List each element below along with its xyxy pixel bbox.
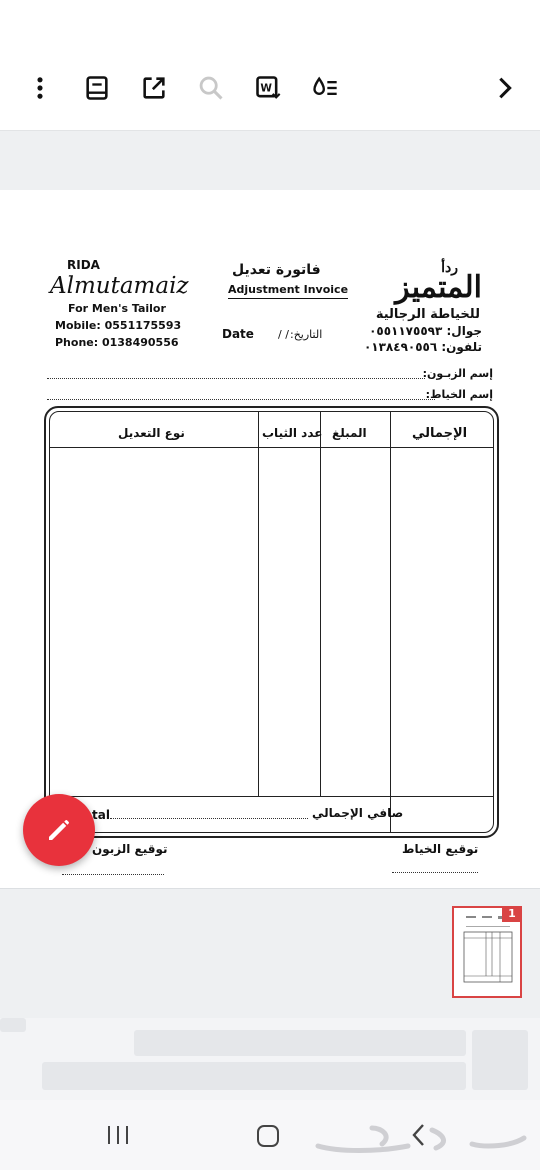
gray-band: [0, 130, 540, 191]
rida-label: RIDA: [67, 258, 100, 272]
customer-signature-label: توقيع الزبون: [92, 842, 168, 856]
brand-name-ar: المتميز: [395, 270, 482, 305]
date-label-en: Date: [222, 327, 254, 341]
invoice-title-en: Adjustment Invoice: [228, 283, 349, 299]
col-divider-1: [258, 411, 259, 796]
system-nav-bar: [0, 1100, 540, 1170]
tailor-signature-line[interactable]: [392, 872, 478, 873]
more-vert-icon[interactable]: [22, 70, 58, 106]
svg-text:W: W: [260, 83, 272, 95]
recent-apps-icon[interactable]: [104, 1124, 132, 1150]
watermark-logo: [312, 1118, 532, 1162]
col-header-count: عدد الثياب: [262, 426, 323, 440]
col-header-amount: المبلغ: [332, 426, 367, 440]
search-icon[interactable]: [193, 70, 229, 106]
mobile-ar: جوال: ٠٥٥١١٧٥٥٩٣: [369, 324, 482, 338]
invoice-title-ar: فاتورة تعديل: [232, 262, 321, 278]
customer-name-line[interactable]: [47, 378, 425, 379]
col-divider-2: [320, 411, 321, 796]
chevron-right-icon[interactable]: [487, 70, 523, 106]
page-number-badge: 1: [502, 906, 522, 922]
book-icon[interactable]: [79, 70, 115, 106]
col-header-total: الإجمالي: [412, 426, 468, 441]
page-thumbnail[interactable]: 1: [452, 906, 522, 998]
tailor-name-label: إسم الخياط:: [425, 388, 493, 401]
brand-sub-ar: للخياطة الرجالية: [375, 307, 480, 322]
open-external-icon[interactable]: [136, 70, 172, 106]
phone-ar: تلفون: ٠١٣٨٤٩٠٥٥٦: [363, 340, 482, 354]
top-toolbar: W: [0, 0, 540, 130]
table-footer-divider: [49, 796, 494, 797]
invoice-table: [49, 411, 494, 833]
tailor-name-line[interactable]: [47, 399, 435, 400]
edit-fab-button[interactable]: [23, 794, 95, 866]
reading-mode-icon[interactable]: [307, 70, 343, 106]
col-header-type: نوع التعديل: [118, 426, 185, 440]
brand-name-en: Almutamaiz: [50, 273, 189, 299]
date-label-ar: التاريخ:: [290, 328, 323, 341]
net-total-line[interactable]: [110, 818, 308, 819]
home-icon[interactable]: [256, 1124, 280, 1152]
customer-signature-line[interactable]: [62, 874, 164, 875]
edit-pencil-icon: [49, 820, 69, 840]
obscured-content: [0, 1018, 540, 1100]
date-separator: / /: [278, 328, 289, 341]
customer-name-label: إسم الزبـون:: [422, 367, 493, 380]
table-header-divider: [49, 447, 494, 448]
col-divider-3: [390, 411, 391, 833]
tailor-en: For Men's Tailor: [68, 302, 166, 315]
net-total-ar: صافي الإجمالي: [312, 806, 404, 820]
net-total-en: tal: [92, 808, 110, 822]
tailor-signature-label: توقيع الخياط: [402, 842, 479, 856]
phone-en: Phone: 0138490556: [55, 336, 179, 349]
word-convert-icon[interactable]: W: [250, 70, 286, 106]
mobile-en: Mobile: 0551175593: [55, 319, 182, 332]
